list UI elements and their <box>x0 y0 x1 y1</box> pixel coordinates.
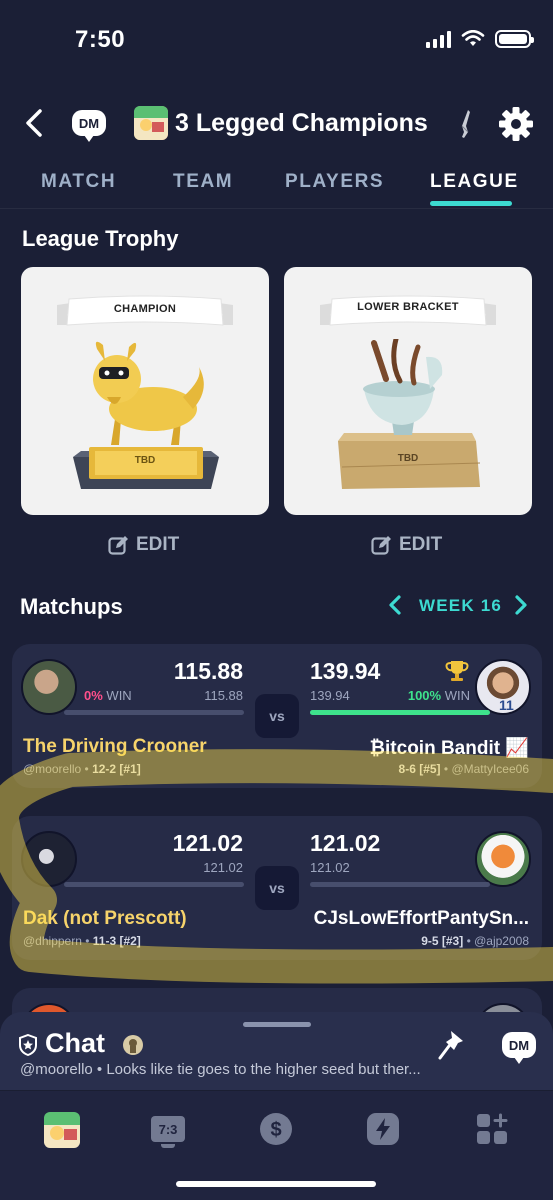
vs-badge: vs <box>255 866 299 910</box>
scoreboard-icon[interactable]: 7:3 <box>151 1116 185 1148</box>
dm-button[interactable]: DM <box>72 110 106 142</box>
avatar: 11 <box>475 659 531 715</box>
chat-title[interactable]: Chat <box>45 1028 105 1059</box>
left-projected: 121.02 <box>203 860 243 875</box>
week-label: WEEK 16 <box>419 596 503 615</box>
avatar <box>21 831 77 887</box>
settings-gear-icon[interactable] <box>498 106 534 142</box>
edit-pencil-icon <box>371 536 391 555</box>
tab-players[interactable]: PLAYERS <box>285 171 384 193</box>
svg-text:$: $ <box>270 1119 281 1141</box>
left-team-name[interactable]: Dak (not Prescott) <box>23 908 187 930</box>
avatar <box>21 659 77 715</box>
trophy-icon <box>445 661 469 681</box>
right-team-meta: 8-6 [#5] • @MattyIcee06 <box>398 762 529 776</box>
tab-match[interactable]: MATCH <box>41 171 116 193</box>
trophy-banner-label: CHAMPION <box>113 303 177 315</box>
cellular-signal-icon <box>426 30 451 48</box>
trophy-plate-label: TBD <box>397 453 419 464</box>
wifi-icon <box>461 30 485 46</box>
golden-goat-trophy-icon <box>73 341 219 489</box>
matchups-title: Matchups <box>20 594 123 619</box>
edit-lower-bracket-trophy-button[interactable]: EDIT <box>371 534 442 556</box>
left-team-name[interactable]: The Driving Crooner <box>23 736 207 758</box>
left-win-bar <box>64 710 244 715</box>
avatar-icon <box>123 1035 143 1055</box>
left-projected: 115.88 <box>204 688 243 703</box>
edit-pencil-icon <box>108 536 128 555</box>
tab-bar-divider <box>0 1090 553 1091</box>
right-score: 121.02 <box>310 830 381 856</box>
edit-champion-trophy-button[interactable]: EDIT <box>108 534 179 556</box>
lightning-icon[interactable] <box>366 1112 400 1146</box>
team-avatar-icon[interactable] <box>44 1112 80 1148</box>
edit-label: EDIT <box>136 534 180 555</box>
left-team-meta: @moorello • 12-2 [#1] <box>23 762 141 776</box>
left-team-meta: @dhippern • 11-3 [#2] <box>23 934 141 948</box>
right-team-name[interactable]: CJsLowEffortPantySn... <box>314 908 529 930</box>
shield-star-icon <box>19 1034 37 1056</box>
battery-icon <box>495 30 534 48</box>
tab-league[interactable]: LEAGUE <box>430 171 519 193</box>
right-win-bar <box>310 710 490 715</box>
chat-preview[interactable]: @moorello • Looks like tie goes to the h… <box>20 1061 421 1078</box>
left-win-percentage: 0% WIN <box>84 688 132 703</box>
right-score: 139.94 <box>310 658 381 684</box>
tab-team[interactable]: TEAM <box>173 171 233 193</box>
league-trophy-title: League Trophy <box>22 226 179 251</box>
lower-bracket-trophy-card[interactable]: LOWER BRACKET TBD <box>284 267 532 515</box>
left-score: 121.02 <box>172 830 243 856</box>
leg-icon <box>461 110 470 138</box>
matchup-card[interactable]: 115.88 0% WIN 115.88 vs 139.94 11 139.94… <box>12 644 542 788</box>
right-projected: 139.94 <box>310 688 350 703</box>
left-win-bar <box>64 882 244 887</box>
trophy-plate-label: TBD <box>134 455 156 466</box>
toilet-trophy-icon <box>338 339 481 489</box>
right-win-percentage: 100% WIN <box>407 688 470 703</box>
matchup-card[interactable]: 121.02 121.02 vs 121.02 121.02 Dak (not … <box>12 816 542 960</box>
dollar-icon[interactable]: $ <box>259 1112 293 1146</box>
add-widget-icon[interactable] <box>475 1112 509 1146</box>
avatar <box>475 831 531 887</box>
status-time: 7:50 <box>75 26 126 53</box>
tab-divider <box>0 208 553 209</box>
previous-week-chevron-icon[interactable] <box>386 594 404 616</box>
trophy-banner-label: LOWER BRACKET <box>357 301 459 313</box>
chat-dm-button[interactable]: DM <box>502 1032 536 1064</box>
status-icons <box>426 30 534 48</box>
home-indicator <box>176 1181 376 1187</box>
team-title[interactable]: 3 Legged Champions <box>175 109 428 138</box>
right-projected: 121.02 <box>310 860 350 875</box>
right-team-meta: 9-5 [#3] • @ajp2008 <box>421 934 529 948</box>
edit-label: EDIT <box>399 534 443 555</box>
vs-badge: vs <box>255 694 299 738</box>
right-team-name[interactable]: ₿itcoin Bandit 📈 <box>370 736 529 760</box>
champion-trophy-card[interactable]: CHAMPION TBD <box>21 267 269 515</box>
right-win-bar <box>310 882 490 887</box>
pin-icon[interactable] <box>437 1028 469 1062</box>
active-tab-indicator <box>430 201 512 206</box>
sheet-grabber[interactable] <box>243 1022 311 1027</box>
next-week-chevron-icon[interactable] <box>512 594 530 616</box>
back-chevron-icon[interactable] <box>22 108 48 138</box>
left-score: 115.88 <box>173 658 243 684</box>
team-avatar <box>134 106 168 140</box>
